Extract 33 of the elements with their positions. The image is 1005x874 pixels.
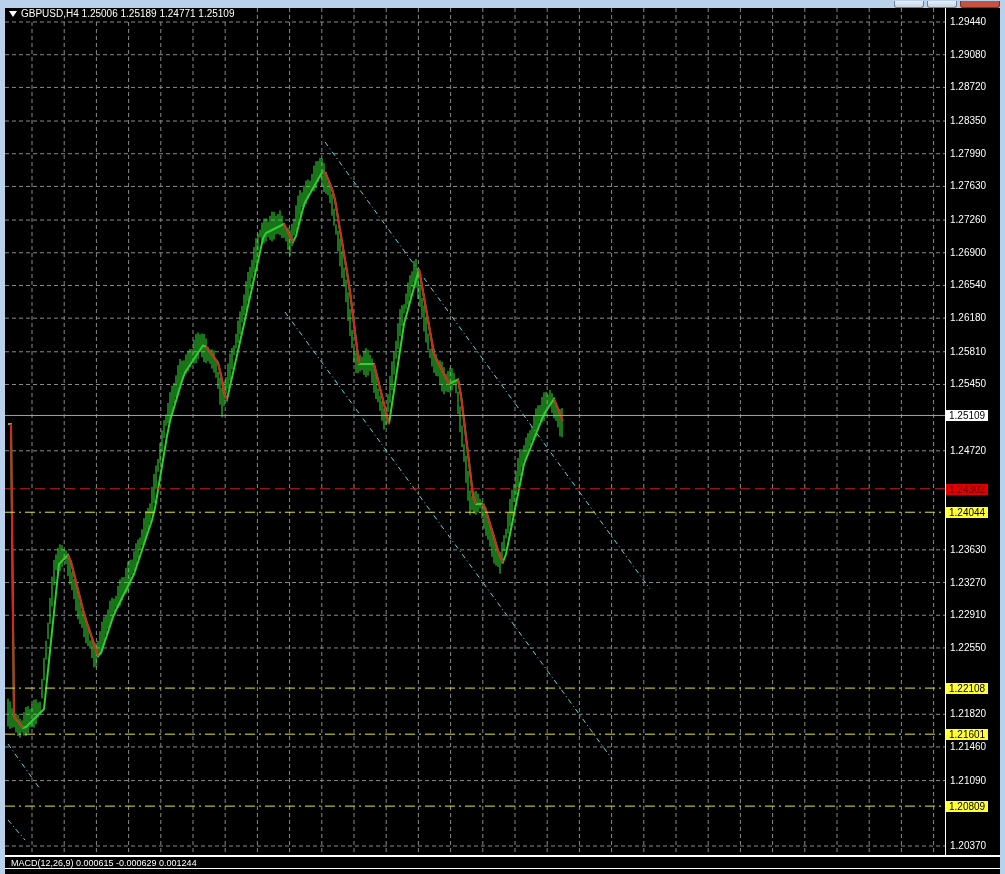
price-label: 1.24044: [946, 507, 989, 519]
axis-label: 1.28720: [950, 81, 987, 94]
axis-label: 1.29080: [950, 48, 987, 61]
indicator-label: MACD(12,26,9) 0.000615 -0.000629 0.001244: [11, 857, 197, 868]
axis-label: 1.20370: [950, 840, 987, 852]
axis-label: 1.28350: [950, 115, 987, 127]
price-label: 1.21601: [946, 729, 989, 741]
axis-label: 1.23630: [950, 543, 987, 556]
axis-label: 1.24720: [950, 444, 987, 457]
minimize-button[interactable]: [894, 1, 924, 8]
maximize-button[interactable]: [927, 1, 957, 8]
caret-icon[interactable]: [9, 11, 17, 17]
close-button[interactable]: [960, 1, 1000, 8]
axis-label: 1.29440: [950, 16, 987, 28]
price-label: 1.25109: [946, 410, 989, 422]
axis-label: 1.25450: [950, 378, 987, 391]
axis-label: 1.27630: [950, 180, 987, 193]
chart-header: GBPUSD,H4 1.25006 1.25189 1.24771 1.25109: [21, 8, 235, 20]
price-label: 1.24302: [946, 483, 989, 495]
axis-label: 1.26540: [950, 279, 987, 292]
axis-label: 1.26180: [950, 312, 987, 325]
axis-label: 1.27260: [950, 214, 987, 227]
axis-label: 1.25810: [950, 345, 987, 358]
axis-label: 1.22550: [950, 641, 987, 654]
axis-label: 1.22910: [950, 609, 987, 622]
axis-label: 1.26900: [950, 246, 987, 259]
axis-label: 1.23270: [950, 576, 987, 589]
price-label: 1.20809: [946, 801, 989, 813]
axis-label: 1.21090: [950, 774, 987, 787]
axis-label: 1.27990: [950, 147, 987, 160]
axis-label: 1.21460: [950, 740, 987, 753]
price-label: 1.22108: [946, 683, 989, 695]
axis-label: 1.21820: [950, 708, 987, 721]
